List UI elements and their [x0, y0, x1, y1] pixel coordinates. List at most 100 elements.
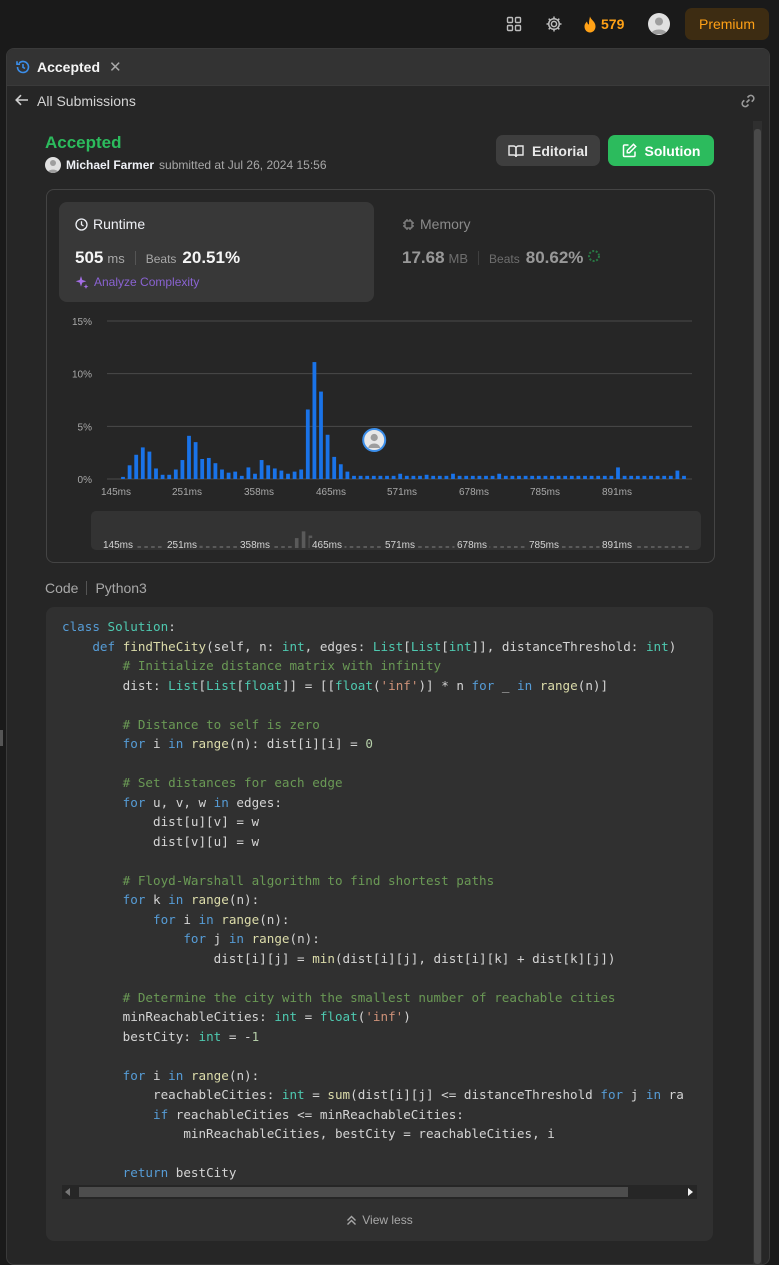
view-less-label: View less	[362, 1213, 413, 1227]
navigator-bar	[685, 546, 689, 548]
code-block: class Solution: def findTheCity(self, n:…	[62, 619, 684, 1180]
book-icon	[508, 144, 524, 157]
scroll-left-arrow[interactable]	[65, 1188, 70, 1196]
chart-bar	[635, 475, 640, 479]
user-avatar[interactable]	[648, 13, 670, 35]
chart-bar	[193, 442, 198, 479]
link-icon[interactable]	[739, 92, 757, 115]
chart-bar	[147, 451, 152, 479]
premium-button[interactable]: Premium	[685, 8, 769, 40]
view-less-button[interactable]: View less	[46, 1213, 713, 1227]
navigator-bar	[418, 546, 422, 548]
navigator-bar	[425, 546, 429, 548]
navigator-bar	[274, 546, 278, 548]
user-avatar-small[interactable]	[45, 157, 61, 173]
chart-bar	[596, 475, 601, 479]
navigator-bar	[233, 546, 237, 548]
chart-bar	[477, 475, 482, 479]
chart-bar	[319, 391, 323, 479]
chart-bar	[391, 475, 396, 479]
navigator-bar	[664, 546, 669, 548]
navigator-tick-label: 251ms	[167, 540, 197, 551]
tab-accepted[interactable]: Accepted ✕	[15, 55, 122, 79]
chart-bar	[305, 409, 310, 479]
chart-bar	[226, 472, 231, 479]
chart-bar	[365, 475, 370, 479]
navigator-bar	[650, 546, 655, 548]
chart-bar	[484, 475, 488, 479]
chart-bar	[464, 475, 469, 479]
navigator-bar	[294, 538, 299, 548]
chart-bar	[457, 475, 462, 479]
chart-bar	[378, 475, 383, 479]
chart-bar	[510, 475, 515, 479]
navigator-bar	[561, 546, 566, 548]
chart-bar	[642, 475, 647, 479]
code-language: Python3	[95, 580, 147, 596]
chart-bar	[503, 475, 508, 479]
chart-bar	[398, 473, 403, 479]
navigator-tick-label: 465ms	[312, 540, 342, 551]
chart-bar	[418, 475, 422, 479]
back-row: All Submissions	[7, 86, 769, 118]
navigator-bar	[356, 546, 361, 548]
chart-bar	[470, 475, 475, 479]
scroll-right-arrow[interactable]	[688, 1188, 693, 1196]
navigator-bar	[281, 546, 285, 548]
solution-label: Solution	[644, 142, 701, 159]
horizontal-scrollbar-thumb[interactable]	[79, 1187, 628, 1197]
chart-bar	[154, 468, 158, 479]
chart-bar	[200, 458, 205, 479]
navigator-bar	[637, 546, 641, 548]
close-icon[interactable]: ✕	[109, 58, 122, 76]
chart-bar	[299, 469, 304, 479]
chart-bar	[536, 475, 541, 479]
navigator-bar	[431, 546, 436, 548]
chart-bar	[246, 467, 251, 479]
chart-bar	[167, 474, 172, 479]
chart-bar	[431, 475, 436, 479]
layout-icon[interactable]	[502, 12, 526, 36]
navigator-tick-label: 891ms	[602, 540, 632, 551]
performance-stats: Runtime 505 ms Beats 20.51% Analyze Comp…	[46, 189, 715, 563]
navigator-tick-label: 358ms	[240, 540, 270, 551]
vertical-scrollbar-thumb[interactable]	[754, 129, 761, 1264]
chart-bar	[437, 475, 442, 479]
runtime-distribution-chart[interactable]: 15% 10% 5% 0% 145ms 251ms 358ms 465ms 571ms 678ms…	[47, 190, 714, 562]
chart-bar	[675, 470, 680, 479]
chart-bar	[253, 473, 257, 479]
navigator-bar	[212, 546, 217, 548]
chart-bar	[187, 435, 191, 479]
chart-bar	[556, 475, 561, 479]
chart-bar	[424, 474, 429, 479]
navigator-bar	[582, 546, 587, 548]
editorial-button[interactable]: Editorial	[496, 135, 600, 166]
navigator-bar	[377, 546, 381, 548]
solution-button[interactable]: Solution	[608, 135, 714, 166]
chart-bar	[583, 475, 587, 479]
chart-bar	[662, 475, 667, 479]
x-tick-label: 251ms	[172, 487, 202, 498]
code-label: Code	[45, 580, 79, 596]
history-icon	[16, 60, 30, 74]
user-name[interactable]: Michael Farmer	[66, 158, 154, 172]
chart-bar	[550, 475, 554, 479]
chart-bar	[385, 475, 389, 479]
all-submissions-link[interactable]: All Submissions	[37, 93, 136, 109]
chart-bar	[352, 475, 356, 479]
navigator-bar	[568, 546, 573, 548]
code-viewer[interactable]: class Solution: def findTheCity(self, n:…	[46, 607, 713, 1241]
chevrons-up-icon	[347, 1215, 357, 1225]
chart-bar	[332, 456, 337, 479]
chart-bar	[292, 471, 297, 479]
x-tick-label: 358ms	[244, 487, 274, 498]
arrow-left-icon[interactable]	[14, 92, 30, 113]
navigator-bar	[678, 546, 682, 548]
gear-icon[interactable]	[542, 12, 566, 36]
horizontal-scrollbar[interactable]	[62, 1185, 697, 1199]
chart-bar	[272, 468, 277, 479]
chart-bar	[451, 473, 455, 479]
chart-bar	[444, 475, 449, 479]
streak-counter[interactable]: 579	[583, 13, 624, 35]
panel-resize-handle[interactable]	[0, 730, 3, 746]
